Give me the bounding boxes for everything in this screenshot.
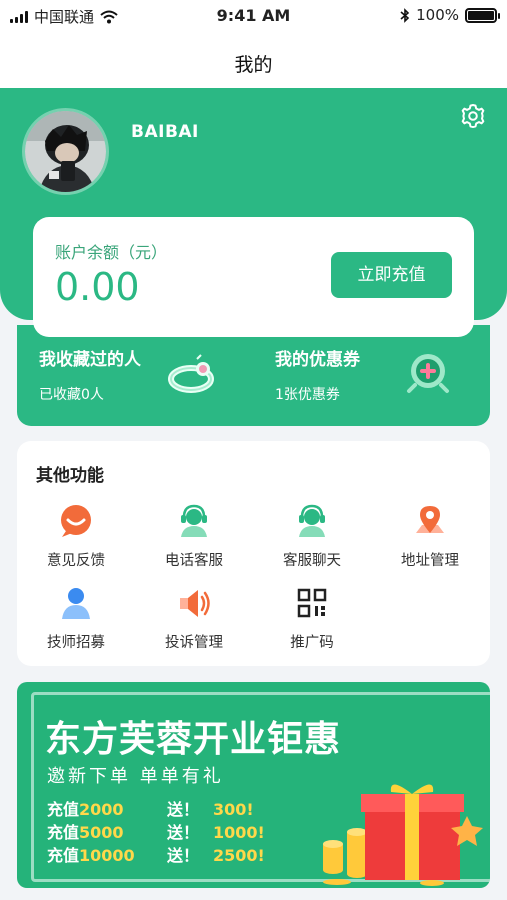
- function-label: 地址管理: [401, 553, 459, 569]
- promo-banner[interactable]: 东方芙蓉开业钜惠 邀新下单 单单有礼 充值2000 送！ 300! 充值5000 送！…: [17, 682, 490, 888]
- promo-line: 充值5000 送！ 1000!: [47, 823, 265, 842]
- coupons-title: 我的优惠券: [275, 350, 360, 370]
- function-label: 电话客服: [165, 553, 223, 569]
- favorites-title: 我收藏过的人: [39, 350, 141, 370]
- section-title: 其他功能: [36, 466, 104, 486]
- function-label: 意见反馈: [47, 553, 105, 569]
- promo-line: 充值10000 送！ 2500!: [47, 846, 265, 865]
- function-label: 技师招募: [47, 635, 105, 651]
- recruit-icon: [62, 588, 90, 619]
- bluetooth-icon: [400, 7, 410, 23]
- feedback-icon: [61, 505, 91, 537]
- battery-percent: 100%: [416, 6, 459, 24]
- favorites-stat[interactable]: 我收藏过的人 已收藏0人: [39, 345, 141, 404]
- function-promo-code[interactable]: 推广码: [253, 585, 371, 651]
- chat-service-icon: [299, 504, 325, 537]
- coupons-stat[interactable]: 我的优惠券 1张优惠券: [275, 345, 360, 404]
- phone-service-icon: [181, 504, 207, 537]
- battery-icon: [465, 7, 500, 23]
- coupons-count: 1张优惠券: [275, 387, 340, 403]
- function-label: 客服聊天: [283, 553, 341, 569]
- ring-icon: [168, 354, 214, 393]
- balance-card: 账户余额（元） 0.00 立即充值: [33, 217, 474, 337]
- function-label: 推广码: [290, 635, 334, 651]
- qrcode-icon: [297, 588, 327, 618]
- balance-amount: 0.00: [55, 265, 140, 309]
- nav-bar: 我的: [0, 32, 507, 88]
- gift-box-illustration: [323, 784, 483, 886]
- avatar[interactable]: [22, 108, 109, 195]
- username: BAIBAI: [131, 122, 199, 142]
- other-functions-panel: 其他功能 意见反馈 电话客服 客服聊天 地址管理 技师招募 投诉管理 推广码: [17, 441, 490, 666]
- function-chat-service[interactable]: 客服聊天: [253, 503, 371, 569]
- recharge-button[interactable]: 立即充值: [331, 252, 452, 298]
- favorites-count: 已收藏0人: [39, 387, 104, 403]
- function-complaint[interactable]: 投诉管理: [135, 585, 253, 651]
- location-icon: [416, 506, 444, 533]
- speaker-icon: [180, 590, 210, 617]
- function-phone-service[interactable]: 电话客服: [135, 503, 253, 569]
- promo-line: 充值2000 送！ 300!: [47, 800, 254, 819]
- banner-title: 东方芙蓉开业钜惠: [45, 719, 342, 760]
- function-label: 投诉管理: [165, 635, 223, 651]
- function-address[interactable]: 地址管理: [371, 503, 489, 569]
- page-title: 我的: [234, 54, 273, 76]
- function-feedback[interactable]: 意见反馈: [17, 503, 135, 569]
- gear-icon[interactable]: [459, 102, 487, 130]
- stats-strip: 我收藏过的人 已收藏0人 我的优惠券 1张优惠券: [17, 325, 490, 426]
- function-recruit[interactable]: 技师招募: [17, 585, 135, 651]
- balance-label: 账户余额（元）: [55, 243, 168, 262]
- coupon-icon: [407, 354, 449, 393]
- banner-subtitle: 邀新下单 单单有礼: [47, 766, 224, 787]
- status-bar: 中国联通 9:41 AM 100%: [0, 0, 507, 32]
